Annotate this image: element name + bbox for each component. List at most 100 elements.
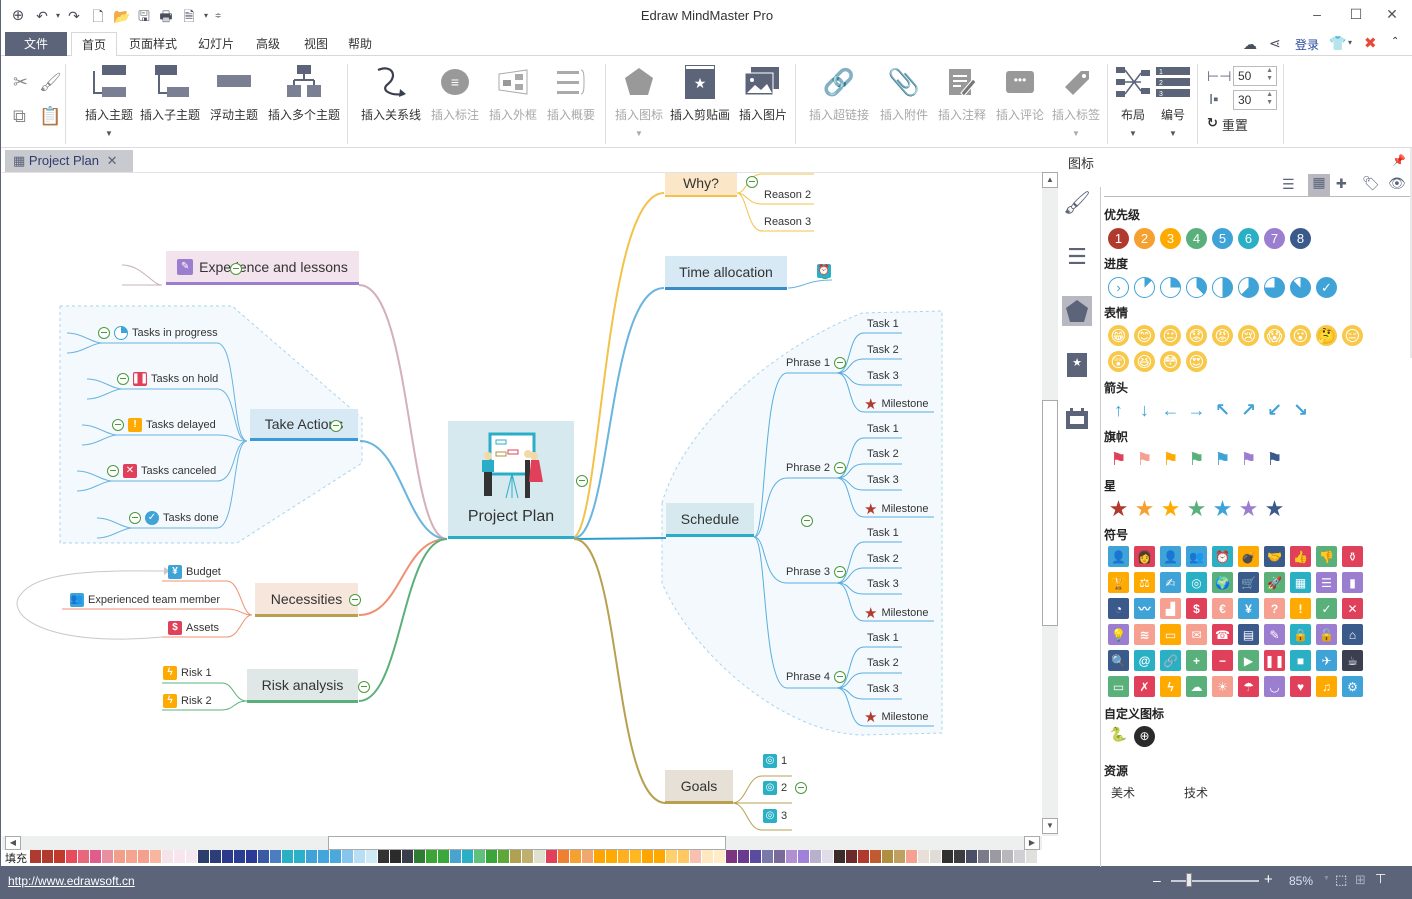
symbol-icon[interactable]: ☂ <box>1238 676 1259 697</box>
color-swatch[interactable] <box>846 850 857 863</box>
color-swatch[interactable] <box>150 850 161 863</box>
color-swatch[interactable] <box>570 850 581 863</box>
pin-icon[interactable]: 📌 <box>1392 154 1406 167</box>
color-swatch[interactable] <box>882 850 893 863</box>
flag-icon[interactable]: ⚑ <box>1212 449 1233 470</box>
priority-8-icon[interactable]: 8 <box>1290 228 1311 249</box>
color-swatch[interactable] <box>90 850 101 863</box>
vertical-scroll-thumb[interactable] <box>1042 400 1058 626</box>
color-swatch[interactable] <box>450 850 461 863</box>
symbol-icon[interactable]: 🤝 <box>1264 546 1285 567</box>
phase-4-milestone[interactable]: ★ Milestone <box>864 708 929 726</box>
star-icon[interactable]: ★ <box>1134 496 1155 521</box>
collapse-toggle[interactable] <box>834 357 847 369</box>
emotion-face-icon[interactable]: 😢 <box>1238 325 1259 346</box>
color-swatch[interactable] <box>210 850 221 863</box>
tasks-on-hold[interactable]: ❚❚ Tasks on hold <box>117 372 218 386</box>
insert-image-button[interactable]: 插入图片 <box>737 64 789 123</box>
color-swatch[interactable] <box>630 850 641 863</box>
presentation-mode-icon[interactable]: ⊤ <box>1375 871 1386 887</box>
symbol-icon[interactable]: ✓ <box>1316 598 1337 619</box>
phase-4-task[interactable]: Task 3 <box>867 683 899 695</box>
eye-icon[interactable]: 👁 <box>1388 175 1406 192</box>
color-swatch[interactable] <box>366 850 377 863</box>
tasks-done[interactable]: ✓ Tasks done <box>129 511 219 525</box>
insert-topic-button[interactable]: 插入主题 ▼ <box>83 64 135 138</box>
tab-file[interactable]: 文件 <box>5 32 67 56</box>
list-view-icon[interactable]: ☰ <box>1282 176 1295 193</box>
color-swatch[interactable] <box>786 850 797 863</box>
topic-goals[interactable]: Goals <box>665 770 733 804</box>
symbol-icon[interactable]: ☎ <box>1212 624 1233 645</box>
website-link[interactable]: http://www.edrawsoft.cn <box>8 874 135 888</box>
symbol-icon[interactable]: ✍ <box>1160 572 1181 593</box>
collapse-toggle[interactable] <box>834 566 847 578</box>
color-swatch[interactable] <box>762 850 773 863</box>
collapse-toggle[interactable] <box>229 263 242 275</box>
resource-tech-link[interactable]: 技术 <box>1184 784 1208 801</box>
symbol-icon[interactable]: ▤ <box>1238 624 1259 645</box>
symbol-icon[interactable]: ✗ <box>1134 676 1155 697</box>
resource-art-link[interactable]: 美术 <box>1111 784 1135 801</box>
color-swatch[interactable] <box>30 850 41 863</box>
collapse-toggle[interactable] <box>117 373 129 385</box>
phase-4-task[interactable]: Task 2 <box>867 657 899 669</box>
symbol-icon[interactable]: 🌍 <box>1212 572 1233 593</box>
progress-75-icon[interactable] <box>1264 277 1285 298</box>
progress-25-icon[interactable] <box>1160 277 1181 298</box>
color-swatch[interactable] <box>858 850 869 863</box>
collapse-toggle[interactable] <box>330 420 343 432</box>
sidebar-outline-button[interactable]: ☰ <box>1062 242 1092 272</box>
color-swatch[interactable] <box>750 850 761 863</box>
add-tag-icon[interactable]: 🏷 <box>1362 175 1380 192</box>
symbol-icon[interactable]: ■ <box>1290 650 1311 671</box>
subtopic-reason-2[interactable]: Reason 2 <box>764 189 811 201</box>
cut-icon[interactable]: ✂ <box>13 72 28 93</box>
symbol-icon[interactable]: ♥ <box>1290 676 1311 697</box>
priority-6-icon[interactable]: 6 <box>1238 228 1259 249</box>
topic-why[interactable]: Why? <box>665 173 737 197</box>
color-swatch[interactable] <box>810 850 821 863</box>
color-swatch[interactable] <box>654 850 665 863</box>
symbol-icon[interactable]: 👥 <box>1186 546 1207 567</box>
emotion-face-icon[interactable]: 😊 <box>1134 325 1155 346</box>
symbol-icon[interactable]: ◔ <box>1108 598 1129 619</box>
necessity-assets[interactable]: $ Assets <box>168 621 219 635</box>
phase-3[interactable]: Phrase 3 <box>786 566 847 578</box>
color-swatch[interactable] <box>258 850 269 863</box>
symbol-icon[interactable]: ◎ <box>1186 572 1207 593</box>
zoom-slider-handle[interactable] <box>1186 873 1192 887</box>
paste-icon[interactable]: 📋 <box>39 106 61 127</box>
symbol-icon[interactable]: − <box>1212 650 1233 671</box>
color-swatch[interactable] <box>678 850 689 863</box>
color-swatch[interactable] <box>690 850 701 863</box>
insert-boundary-button[interactable]: 插入外框 <box>487 64 539 123</box>
symbol-icon[interactable]: ▦ <box>1290 572 1311 593</box>
symbol-icon[interactable]: ▮ <box>1342 572 1363 593</box>
phase-4[interactable]: Phrase 4 <box>786 671 847 683</box>
fit-page-icon[interactable]: ⬚ <box>1335 872 1347 888</box>
phase-1-task[interactable]: Task 2 <box>867 344 899 356</box>
phase-1-task[interactable]: Task 1 <box>867 318 899 330</box>
color-swatch[interactable] <box>414 850 425 863</box>
color-swatch[interactable] <box>66 850 77 863</box>
symbol-icon[interactable]: ♫ <box>1316 676 1337 697</box>
emotion-face-icon[interactable]: 😮 <box>1290 325 1311 346</box>
numbering-button[interactable]: 123 编号 ▼ <box>1153 64 1193 138</box>
risk-item[interactable]: ϟ Risk 1 <box>163 666 212 680</box>
collapse-toggle[interactable] <box>801 515 814 527</box>
symbol-icon[interactable]: 🔗 <box>1160 650 1181 671</box>
symbol-icon[interactable]: ✈ <box>1316 650 1337 671</box>
symbol-icon[interactable]: 💣 <box>1238 546 1259 567</box>
flag-icon[interactable]: ⚑ <box>1108 449 1129 470</box>
phase-3-task[interactable]: Task 2 <box>867 553 899 565</box>
color-swatch[interactable] <box>990 850 1001 863</box>
tab-home[interactable]: 首页 <box>71 32 117 57</box>
color-swatch[interactable] <box>738 850 749 863</box>
color-swatch[interactable] <box>402 850 413 863</box>
color-swatch[interactable] <box>618 850 629 863</box>
scroll-down-button[interactable]: ▼ <box>1042 818 1058 834</box>
symbol-icon[interactable]: ¥ <box>1238 598 1259 619</box>
topic-schedule[interactable]: Schedule <box>666 503 754 537</box>
color-swatch[interactable] <box>606 850 617 863</box>
